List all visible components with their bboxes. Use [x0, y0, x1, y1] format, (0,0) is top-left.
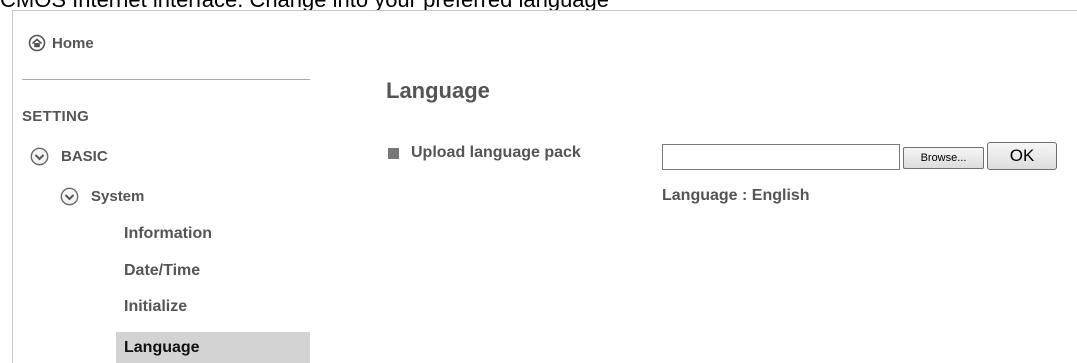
sidebar-item-system-label: System	[91, 188, 145, 205]
browse-button[interactable]: Browse...	[903, 147, 984, 169]
sidebar-item-initialize[interactable]: Initialize	[124, 298, 187, 316]
sidebar-item-basic-label: BASIC	[61, 148, 108, 165]
home-label: Home	[52, 34, 94, 52]
current-language-status: Language : English	[662, 187, 810, 204]
page-title: Language	[386, 78, 490, 103]
sidebar-section-setting: SETTING	[22, 108, 90, 125]
sidebar-divider	[22, 79, 310, 80]
partial-top-caption: CMOS Internet interface. Change into you…	[0, 0, 1077, 10]
chevron-down-circle-icon	[60, 187, 79, 206]
sidebar-item-language[interactable]: Language	[116, 332, 310, 363]
upload-language-row: Upload language pack	[388, 144, 581, 162]
top-caption-text: CMOS Internet interface. Change into you…	[0, 0, 609, 10]
sidebar-item-system[interactable]: System	[60, 187, 144, 206]
upload-language-label: Upload language pack	[411, 144, 581, 161]
sidebar-item-information[interactable]: Information	[124, 225, 212, 243]
home-link[interactable]: Home	[28, 34, 94, 52]
sidebar-item-date-time[interactable]: Date/Time	[124, 262, 200, 280]
chevron-down-circle-icon	[30, 147, 49, 166]
sidebar-item-basic[interactable]: BASIC	[30, 147, 108, 166]
ok-button[interactable]: OK	[987, 142, 1057, 170]
square-bullet-icon	[388, 147, 399, 159]
home-icon	[28, 34, 46, 52]
language-file-input[interactable]	[662, 144, 900, 170]
